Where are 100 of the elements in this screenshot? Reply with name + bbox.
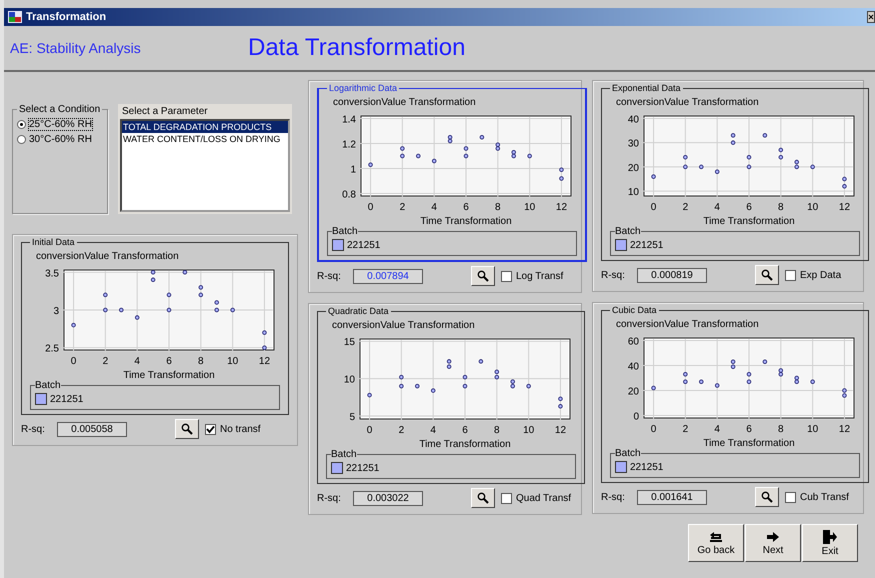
data-point xyxy=(464,154,468,158)
data-point xyxy=(746,372,752,376)
checkbox-option[interactable]: Quad Transf xyxy=(501,492,572,504)
r-squared-label: R-sq: xyxy=(317,270,342,282)
data-point xyxy=(699,164,704,170)
y-tick-label: 30 xyxy=(628,138,639,150)
nav-button[interactable]: Go back xyxy=(688,524,744,562)
zoom-button[interactable] xyxy=(755,487,779,507)
x-axis-label: Time Transformation xyxy=(123,370,215,380)
data-point xyxy=(651,174,656,179)
data-point xyxy=(746,164,752,170)
legend-label: 221251 xyxy=(630,240,664,250)
x-tick-label: 0 xyxy=(70,356,76,367)
list-label: Select a Parameter xyxy=(121,106,209,119)
x-tick-label: 12 xyxy=(838,202,850,213)
search-icon xyxy=(761,269,773,281)
y-tick-label: 1 xyxy=(350,164,356,176)
y-tick-label: 40 xyxy=(628,114,639,126)
data-point xyxy=(478,359,484,364)
data-point xyxy=(762,360,768,364)
group-label: Initial Data xyxy=(31,237,76,247)
data-point xyxy=(230,308,235,312)
group-label: Batch xyxy=(331,449,357,460)
data-point xyxy=(182,270,188,275)
search-icon xyxy=(477,270,489,282)
checkbox-option[interactable]: Log Transf xyxy=(501,270,564,282)
data-point xyxy=(416,154,421,158)
x-tick-label: 12 xyxy=(554,425,566,436)
data-point xyxy=(103,292,108,298)
x-tick-label: 0 xyxy=(366,425,372,436)
search-icon xyxy=(181,423,193,435)
y-tick-label: 5 xyxy=(349,412,355,423)
nav-button[interactable]: Exit xyxy=(802,524,858,562)
nav-button[interactable]: Next xyxy=(745,524,801,562)
zoom-button[interactable] xyxy=(471,488,495,508)
data-point xyxy=(558,396,563,402)
y-tick-label: 2.5 xyxy=(45,344,59,355)
group-label: Select a Condition xyxy=(18,104,102,115)
data-point xyxy=(778,154,784,160)
x-tick-label: 8 xyxy=(198,356,204,367)
app-icon xyxy=(8,11,22,23)
y-tick-label: 0 xyxy=(633,412,639,422)
return-arrow-icon xyxy=(708,530,724,542)
chart-title: conversionValue Transformation xyxy=(616,319,760,330)
data-point xyxy=(399,374,404,380)
x-tick-label: 10 xyxy=(807,202,818,213)
r-squared-label: R-sq: xyxy=(317,492,342,504)
checkbox-option[interactable]: Exp Data xyxy=(785,270,842,280)
y-tick-label: 3 xyxy=(53,306,59,317)
data-point xyxy=(262,330,267,335)
zoom-button[interactable] xyxy=(471,266,495,286)
group-label: Logarithmic Data xyxy=(328,83,398,93)
list-item[interactable]: WATER CONTENT/LOSS ON DRYING xyxy=(122,133,288,145)
r-squared-field: 0.000819 xyxy=(637,268,707,282)
x-tick-label: 6 xyxy=(746,424,752,435)
data-point xyxy=(714,170,720,174)
radio-option[interactable]: 25°C-60% RH xyxy=(17,119,103,130)
data-point xyxy=(480,135,484,140)
data-point xyxy=(699,380,704,384)
x-axis-label: Time Transformation xyxy=(420,216,512,226)
page-title: Data Transformation xyxy=(248,34,466,62)
y-tick-label: 3.5 xyxy=(45,268,59,280)
r-squared-field: 0.005058 xyxy=(57,422,127,436)
data-point xyxy=(526,384,531,388)
y-tick-label: 1.4 xyxy=(342,114,356,126)
x-axis-label: Time Transformation xyxy=(419,439,511,449)
r-squared-field: 0.001641 xyxy=(637,490,707,504)
x-tick-label: 6 xyxy=(746,202,752,213)
group-label: Exponential Data xyxy=(611,83,682,93)
x-tick-label: 8 xyxy=(494,425,500,436)
y-tick-label: 0.8 xyxy=(342,190,356,200)
checkbox-option[interactable]: No transf xyxy=(205,424,261,434)
y-tick-label: 40 xyxy=(628,362,639,372)
x-tick-label: 12 xyxy=(556,202,568,213)
data-point xyxy=(559,176,564,181)
data-point xyxy=(214,308,219,312)
y-tick-label: 60 xyxy=(628,336,639,348)
data-point xyxy=(150,278,156,282)
x-tick-label: 10 xyxy=(227,356,238,367)
data-point xyxy=(810,164,815,170)
data-point xyxy=(166,292,172,298)
checkbox-option[interactable]: Cub Transf xyxy=(785,492,849,502)
radio-option[interactable]: 30°C-60% RH xyxy=(17,134,103,145)
y-tick-label: 15 xyxy=(344,337,355,348)
zoom-button[interactable] xyxy=(755,265,779,285)
close-icon[interactable] xyxy=(867,11,875,23)
y-tick-label: 10 xyxy=(344,374,355,386)
data-point xyxy=(415,384,420,388)
data-point xyxy=(198,292,204,298)
data-point xyxy=(367,392,372,398)
zoom-button[interactable] xyxy=(175,419,199,439)
x-tick-label: 10 xyxy=(524,202,536,213)
data-point xyxy=(746,380,752,384)
x-tick-label: 2 xyxy=(682,202,688,213)
data-point xyxy=(134,315,140,320)
parameter-list[interactable]: TOTAL DEGRADATION PRODUCTS WATER CONTENT/LOSS ON DRYING xyxy=(120,119,290,212)
data-point xyxy=(368,162,373,167)
app-name: AE: Stability Analysis xyxy=(10,40,142,56)
list-item[interactable]: TOTAL DEGRADATION PRODUCTS xyxy=(122,121,288,133)
group-label: Quadratic Data xyxy=(327,306,390,316)
